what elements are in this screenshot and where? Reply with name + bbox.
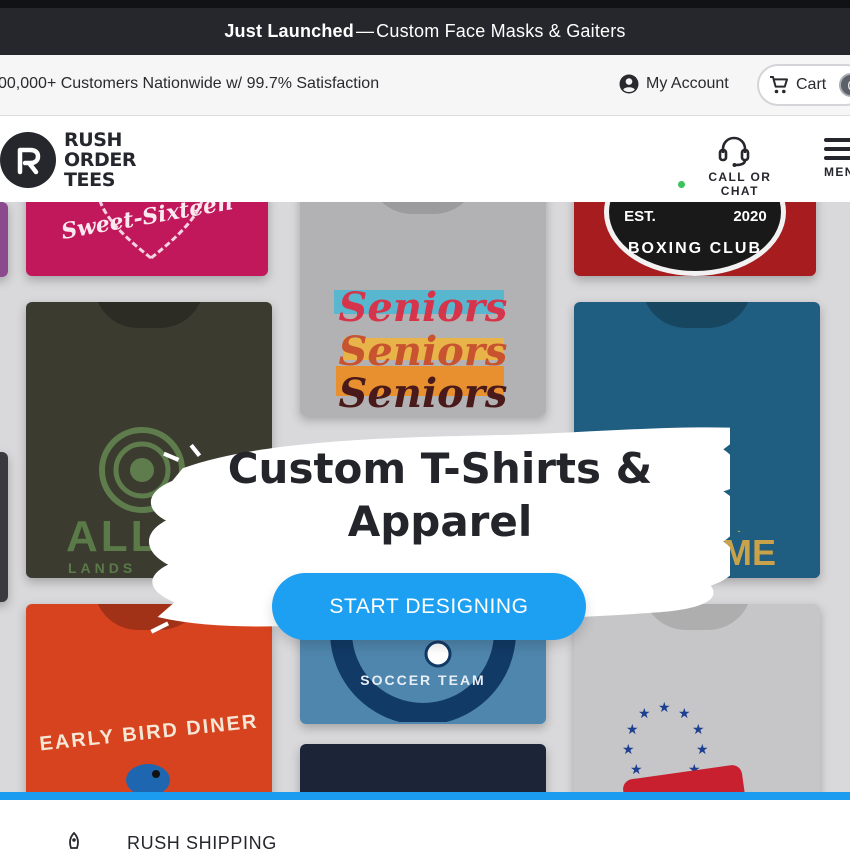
shirt-red-boxing-club: EST. 2020 BOXING CLUB [574,202,816,276]
svg-text:★: ★ [678,706,691,722]
seniors-print-1: Seniors [338,284,508,331]
svg-text:★: ★ [658,700,671,716]
headset-icon [718,136,750,167]
early-bird-diner-print: EARLY BIRD DINER [38,710,260,756]
announcement-text: Custom Face Masks & Gaiters [376,21,626,41]
svg-text:★: ★ [692,722,705,738]
hero-title-line-2: Apparel [347,497,533,546]
shirt-navy-bottom [300,744,546,792]
rocket-icon [69,832,79,849]
shirt-gray-seniors: Seniors Seniors Seniors [300,202,546,416]
features-section: RUSH SHIPPING [0,800,850,850]
logo-r-icon [0,132,56,188]
svg-text:★: ★ [630,762,643,778]
shirt-pink-sweet-sixteen: Sweet-Sixteen [26,202,268,276]
my-account-label: My Account [646,75,729,92]
logo-line-3: TEES [64,169,116,191]
cart-icon [770,76,788,94]
bird-print [126,764,170,792]
cart-button[interactable]: Cart 0 [757,64,850,106]
menu-button[interactable]: MENU [824,138,850,179]
my-account-link[interactable]: My Account [619,74,729,94]
hamburger-icon [824,138,850,160]
svg-text:★: ★ [638,706,651,722]
svg-text:★: ★ [622,742,635,758]
start-designing-button[interactable]: START DESIGNING [272,573,586,640]
browser-edge [0,0,850,8]
announcement-bar[interactable]: Just Launched — Custom Face Masks & Gait… [0,8,850,55]
seniors-print-3: Seniors [338,370,508,416]
online-status-dot [678,180,685,188]
hero-title: Custom T-Shirts & Apparel [150,442,730,548]
hero-bottom-accent-bar [0,792,850,800]
menu-label: MENU [824,165,850,179]
shirt-purple-edge [0,202,8,277]
logo-wordmark: RUSH ORDER TEES [64,129,137,191]
logo-line-2: ORDER [64,149,137,171]
customers-promo: 00,000+ Customers Nationwide w/ 99.7% Sa… [0,75,380,92]
cart-count-badge: 0 [839,73,850,97]
svg-text:★: ★ [696,742,709,758]
rush-order-tees-logo[interactable]: RUSH ORDER TEES [0,129,137,191]
call-or-chat-label: CALL OR CHAT [708,170,772,198]
shirt-dark-edge [0,452,8,602]
hero-title-line-1: Custom T-Shirts & [227,444,653,493]
hero-banner: Sweet-Sixteen Seniors Seniors Seniors ES… [0,202,850,792]
utility-bar: 00,000+ Customers Nationwide w/ 99.7% Sa… [0,55,850,116]
rush-shipping-title: RUSH SHIPPING [127,833,277,850]
announcement-bold: Just Launched [224,21,354,41]
year-print: 2020 [733,208,767,225]
boxing-club-print: BOXING CLUB [628,240,762,257]
call-or-chat-button[interactable]: CALL OR CHAT [678,134,790,198]
user-circle-icon [619,74,639,94]
cart-label: Cart [796,76,827,93]
announcement-separator: — [355,21,375,41]
seniors-print-2: Seniors [338,328,508,375]
main-nav: RUSH ORDER TEES CALL OR CHAT MENU [0,116,850,202]
svg-text:★: ★ [626,722,639,738]
logo-line-1: RUSH [64,129,123,151]
soccer-team-print: SOCCER TEAM [360,672,486,688]
